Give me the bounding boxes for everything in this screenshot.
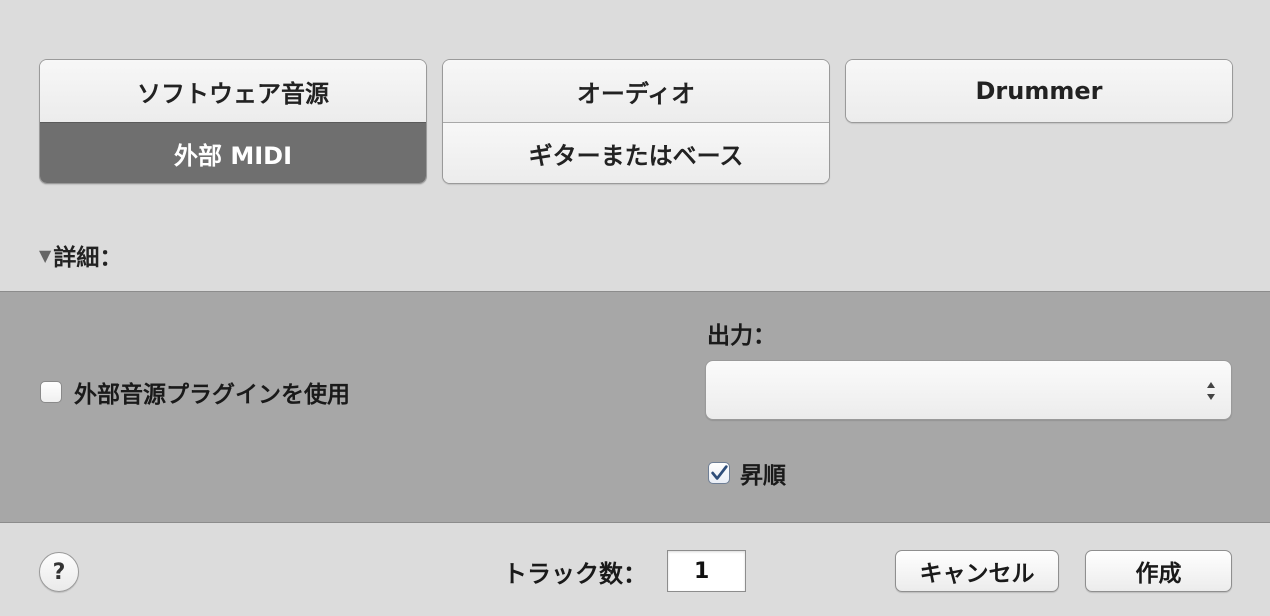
create-button[interactable]: 作成 [1085, 550, 1232, 592]
audio-button[interactable]: オーディオ [443, 60, 829, 122]
track-type-group-right: Drummer [845, 59, 1233, 123]
use-plugin-checkbox[interactable] [40, 381, 62, 403]
guitar-bass-button[interactable]: ギターまたはベース [443, 122, 829, 183]
output-label: 出力： [707, 323, 776, 349]
use-plugin-checkbox-row[interactable]: 外部音源プラグインを使用 [40, 375, 350, 409]
checkmark-icon [711, 465, 728, 480]
track-count-label: トラック数： [503, 560, 647, 588]
ascending-checkbox-row[interactable]: 昇順 [708, 456, 786, 490]
track-type-group-left: ソフトウェア音源 外部 MIDI [39, 59, 427, 184]
help-button[interactable]: ? [39, 552, 79, 592]
track-count-input[interactable] [667, 550, 746, 592]
updown-arrows-icon [1207, 382, 1215, 400]
new-track-dialog: ソフトウェア音源 外部 MIDI オーディオ ギターまたはベース Drummer… [0, 0, 1270, 616]
output-popup[interactable] [705, 360, 1232, 420]
details-disclosure[interactable]: ▼ 詳細： [39, 238, 122, 272]
cancel-button[interactable]: キャンセル [895, 550, 1059, 592]
details-panel: 外部音源プラグインを使用 出力： 昇順 [0, 291, 1270, 523]
external-midi-button[interactable]: 外部 MIDI [40, 122, 426, 183]
disclosure-triangle-down-icon: ▼ [39, 245, 52, 265]
details-label: 詳細： [53, 245, 123, 271]
ascending-checkbox[interactable] [708, 462, 730, 484]
use-plugin-label: 外部音源プラグインを使用 [74, 382, 350, 408]
drummer-button[interactable]: Drummer [846, 60, 1232, 122]
software-instrument-button[interactable]: ソフトウェア音源 [40, 60, 426, 122]
track-type-group-middle: オーディオ ギターまたはベース [442, 59, 830, 184]
ascending-label: 昇順 [740, 463, 786, 489]
